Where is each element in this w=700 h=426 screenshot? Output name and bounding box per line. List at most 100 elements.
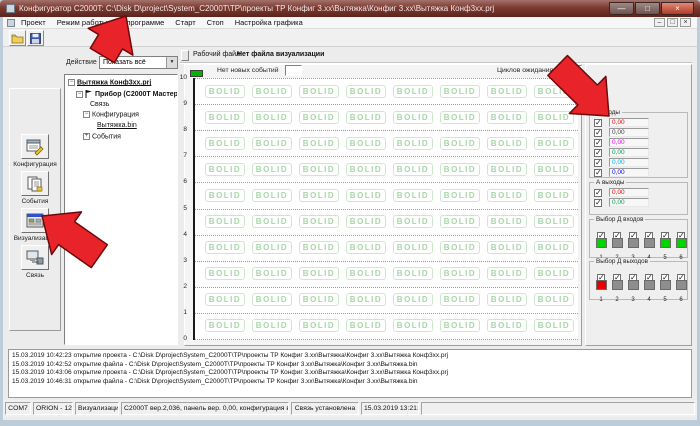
value-field: 0,00 [609, 128, 649, 137]
value-field: 0,00 [609, 148, 649, 157]
status-datetime: 15.03.2019 13:21:22 [361, 402, 419, 415]
gridline [195, 287, 578, 288]
digital-inputs-title: Выбор Д входов [594, 216, 645, 223]
bolid-watermark: BOLID [205, 163, 245, 176]
bolid-watermark: BOLID [346, 241, 386, 254]
mdi-close-button[interactable]: × [680, 18, 691, 27]
no-events-label: Нет новых событий [217, 67, 279, 74]
bolid-watermark: BOLID [299, 163, 339, 176]
bolid-watermark: BOLID [346, 163, 386, 176]
link-icon [25, 249, 45, 267]
menu-item-graph-settings[interactable]: Настройка графика [235, 18, 303, 27]
channel-number: 1 [599, 297, 602, 303]
bolid-watermark: BOLID [252, 293, 292, 306]
window-minimize-button[interactable]: — [609, 2, 634, 15]
event-count-box [285, 65, 302, 76]
checkbox[interactable]: ✓ [594, 149, 602, 157]
checkbox[interactable]: ✓ [594, 199, 602, 207]
value-field: 0,00 [609, 118, 649, 127]
checkbox[interactable]: ✓ [594, 119, 602, 127]
analog-outputs-group: А выходы ✓0,00✓0,00 [589, 182, 688, 215]
configuration-button[interactable] [21, 134, 49, 159]
status-filler [421, 402, 695, 415]
workfile-small-button[interactable] [181, 50, 189, 61]
bolid-watermark: BOLID [487, 241, 527, 254]
bolid-watermark: BOLID [440, 215, 480, 228]
digital-outputs-grid: ✓✓✓✓✓✓123456 [590, 267, 687, 299]
bolid-watermark: BOLID [252, 85, 292, 98]
bolid-watermark: BOLID [440, 241, 480, 254]
toolbar [3, 29, 697, 47]
gridline [195, 313, 578, 314]
project-tree: −Вытяжка Конф3хх.prj −Прибор (C2000T Мас… [64, 74, 178, 345]
bolid-watermark: BOLID [440, 319, 480, 332]
gridline [195, 209, 578, 210]
menu-item-project[interactable]: Проект [21, 18, 46, 27]
bolid-watermark: BOLID [205, 267, 245, 280]
gridline [195, 156, 578, 157]
checkbox[interactable]: ✓ [594, 139, 602, 147]
tree-item-link[interactable]: Связь [90, 101, 109, 111]
bolid-watermark: BOLID [393, 267, 433, 280]
bolid-watermark: BOLID [299, 137, 339, 150]
expand-icon[interactable]: + [83, 133, 90, 140]
visualization-icon [25, 212, 45, 230]
tree-item-configuration[interactable]: −Конфигурация [83, 111, 139, 121]
visualization-button[interactable] [21, 208, 49, 233]
open-folder-icon [11, 33, 24, 44]
bolid-watermark: BOLID [487, 319, 527, 332]
bolid-watermark: BOLID [346, 189, 386, 202]
bolid-watermark: BOLID [534, 319, 574, 332]
checkbox[interactable]: ✓ [594, 129, 602, 137]
tree-item-events[interactable]: +События [83, 133, 121, 143]
configuration-button-label: Конфигурация [9, 161, 61, 168]
bolid-watermark: BOLID [534, 111, 574, 124]
menu-item-mode[interactable]: Режим работы [57, 18, 108, 27]
checkbox[interactable]: ✓ [594, 159, 602, 167]
events-button[interactable] [21, 171, 49, 196]
bolid-watermark: BOLID [299, 293, 339, 306]
bolid-watermark: BOLID [252, 267, 292, 280]
gridline [195, 130, 578, 131]
window-maximize-button[interactable]: □ [635, 2, 660, 15]
value-field: 0,00 [609, 158, 649, 167]
collapse-icon[interactable]: − [83, 111, 90, 118]
bolid-watermark: BOLID [487, 137, 527, 150]
window-title: Конфигуратор C2000T: C:\Disk D\project\S… [19, 4, 605, 13]
checkbox[interactable]: ✓ [594, 169, 602, 177]
value-field: 0,00 [609, 138, 649, 147]
y-tick-label: 2 [168, 283, 187, 290]
tree-filter-dropdown[interactable]: Показать всё ▼ [99, 56, 178, 69]
bolid-watermark: BOLID [487, 163, 527, 176]
bolid-watermark: BOLID [393, 189, 433, 202]
chevron-down-icon[interactable]: ▼ [166, 57, 177, 68]
bolid-watermark: BOLID [487, 189, 527, 202]
tree-item-device[interactable]: −Прибор (C2000T Мастер) [76, 90, 178, 100]
y-tick-label: 1 [168, 309, 187, 316]
collapse-icon[interactable]: − [68, 79, 75, 86]
tree-item-project[interactable]: −Вытяжка Конф3хх.prj [68, 79, 151, 89]
window-close-button[interactable]: × [661, 2, 694, 15]
bolid-watermark: BOLID [346, 111, 386, 124]
bolid-watermark: BOLID [346, 267, 386, 280]
checkbox[interactable]: ✓ [594, 189, 602, 197]
bolid-watermark: BOLID [299, 111, 339, 124]
save-button[interactable] [27, 30, 44, 46]
channel-number: 5 [663, 297, 666, 303]
collapse-icon[interactable]: − [76, 91, 83, 98]
menu-item-stop[interactable]: Стоп [207, 18, 224, 27]
tree-item-bin-file[interactable]: Вытяжка.bin [97, 122, 137, 132]
bolid-watermark: BOLID [205, 189, 245, 202]
link-button[interactable] [21, 245, 49, 270]
bolid-watermark: BOLID [487, 111, 527, 124]
menu-item-start[interactable]: Старт [175, 18, 195, 27]
y-tick-label: 9 [168, 100, 187, 107]
bolid-watermark: BOLID [252, 189, 292, 202]
gridline [195, 104, 578, 105]
bolid-watermark: BOLID [393, 293, 433, 306]
open-project-button[interactable] [9, 30, 26, 46]
bolid-watermark: BOLID [299, 319, 339, 332]
mdi-restore-button[interactable]: □ [667, 18, 678, 27]
menu-item-about[interactable]: О программе [118, 18, 164, 27]
mdi-minimize-button[interactable]: – [654, 18, 665, 27]
